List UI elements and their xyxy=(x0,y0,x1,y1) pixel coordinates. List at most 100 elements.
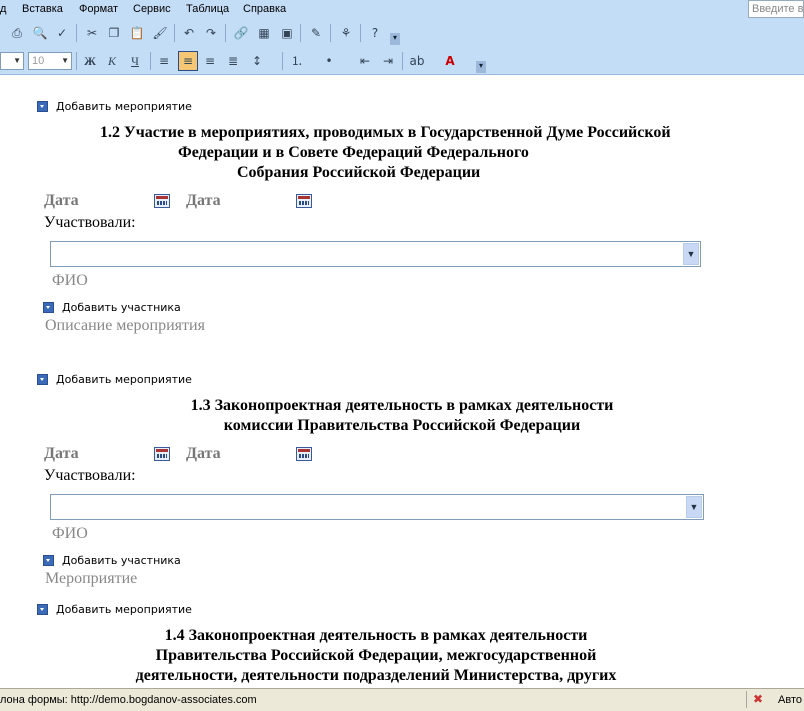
calendar-icon[interactable] xyxy=(154,447,170,461)
heading-line: Собрания Российской Федерации xyxy=(237,164,481,181)
heading-line: 1.3 Законопроектная деятельность в рамка… xyxy=(190,397,614,414)
add-event-link[interactable]: Добавить мероприятие xyxy=(37,603,192,616)
fio-label: ФИО xyxy=(52,525,88,542)
calendar-icon[interactable] xyxy=(296,447,312,461)
menu-bar: д Вставка Формат Сервис Таблица Справка … xyxy=(0,0,804,20)
menu-table[interactable]: Таблица xyxy=(186,3,229,15)
heading-line: деятельности, деятельности подразделений… xyxy=(135,667,617,684)
font-name-combo[interactable]: ▼ xyxy=(0,52,24,70)
heading-line: Правительства Российской Федерации, межг… xyxy=(155,647,597,664)
participated-label: Участвовали: xyxy=(44,214,136,231)
menu-insert[interactable]: Вставка xyxy=(22,3,63,15)
chevron-down-icon[interactable]: ▼ xyxy=(683,243,699,265)
expand-icon xyxy=(43,302,54,313)
print-icon[interactable]: ⎙ xyxy=(8,24,26,42)
separator xyxy=(402,52,403,70)
help-search-input[interactable]: Введите во xyxy=(748,0,804,18)
separator xyxy=(330,24,331,42)
research-icon[interactable]: ⚘ xyxy=(337,24,355,42)
date-label-1: Дата xyxy=(44,192,79,209)
separator xyxy=(300,24,301,42)
date-label-2: Дата xyxy=(186,445,221,462)
expand-icon xyxy=(37,604,48,615)
standard-toolbar: ⎙ 🔍 ✓ ✂ ❐ 📋 🖌 ↶ ↷ 🔗 ▦ ▣ ✎ ⚘ ? ▾ xyxy=(0,20,804,47)
add-event-link[interactable]: Добавить мероприятие xyxy=(37,373,192,386)
expand-icon xyxy=(37,101,48,112)
section-heading-1-2: 1.2 Участие в мероприятиях, проводимых в… xyxy=(0,123,780,183)
paste-icon[interactable]: 📋 xyxy=(128,24,146,42)
calendar-icon[interactable] xyxy=(154,194,170,208)
font-color-icon[interactable]: A xyxy=(441,52,459,70)
heading-line: комиссии Правительства Российской Федера… xyxy=(223,417,581,434)
hyperlink-icon[interactable]: 🔗 xyxy=(232,24,250,42)
separator xyxy=(360,24,361,42)
separator xyxy=(174,24,175,42)
add-participant-label: Добавить участника xyxy=(62,301,181,314)
status-text: лона формы: http://demo.bogdanov-associa… xyxy=(0,694,257,706)
add-participant-label: Добавить участника xyxy=(62,554,181,567)
participant-select[interactable]: ▼ xyxy=(50,494,704,520)
heading-line: Федерации и в Совете Федераций Федеральн… xyxy=(178,144,529,161)
align-center-icon[interactable]: ≡ xyxy=(178,51,198,71)
add-event-link[interactable]: Добавить мероприятие xyxy=(37,100,192,113)
numbering-icon[interactable]: ⒈ xyxy=(288,52,306,70)
participant-select[interactable]: ▼ xyxy=(50,241,701,267)
status-bar: лона формы: http://demo.bogdanov-associa… xyxy=(0,688,804,711)
align-left-icon[interactable]: ≡ xyxy=(155,52,173,70)
separator xyxy=(76,52,77,70)
calendar-icon[interactable] xyxy=(296,194,312,208)
chevron-down-icon: ▼ xyxy=(13,56,21,65)
justify-icon[interactable]: ≣ xyxy=(224,52,242,70)
design-mode-icon[interactable]: ✎ xyxy=(307,24,325,42)
chevron-down-icon: ▼ xyxy=(61,56,69,65)
add-event-label: Добавить мероприятие xyxy=(56,373,192,386)
picture-icon[interactable]: ▣ xyxy=(278,24,296,42)
add-event-label: Добавить мероприятие xyxy=(56,603,192,616)
chevron-down-icon[interactable]: ▼ xyxy=(686,496,702,518)
highlight-icon[interactable]: ab xyxy=(408,52,426,70)
menu-edit[interactable]: д xyxy=(0,3,6,15)
toolbar-options-chevron-icon[interactable]: ▾ xyxy=(390,33,400,45)
spelling-icon[interactable]: ✓ xyxy=(53,24,71,42)
menu-tools[interactable]: Сервис xyxy=(133,3,171,15)
expand-icon xyxy=(37,374,48,385)
menu-help[interactable]: Справка xyxy=(243,3,286,15)
separator xyxy=(150,52,151,70)
menu-format[interactable]: Формат xyxy=(79,3,118,15)
heading-line: 1.2 Участие в мероприятиях, проводимых в… xyxy=(100,124,671,141)
cut-icon[interactable]: ✂ xyxy=(83,24,101,42)
table-icon[interactable]: ▦ xyxy=(255,24,273,42)
formatting-toolbar: ▼ 10 ▼ Ж К Ч ≡ ≡ ≡ ≣ ↕ ⒈ • ⇤ ⇥ ab A ▾ xyxy=(0,47,804,75)
security-icon[interactable]: ✖ xyxy=(753,692,769,706)
event-label: Мероприятие xyxy=(45,570,138,587)
bullets-icon[interactable]: • xyxy=(320,52,338,70)
increase-indent-icon[interactable]: ⇥ xyxy=(379,52,397,70)
expand-icon xyxy=(43,555,54,566)
add-participant-link[interactable]: Добавить участника xyxy=(43,301,181,314)
heading-line: 1.4 Законопроектная деятельность в рамка… xyxy=(164,627,588,644)
redo-icon[interactable]: ↷ xyxy=(202,24,220,42)
line-spacing-icon[interactable]: ↕ xyxy=(248,52,266,70)
font-size-value: 10 xyxy=(32,55,45,67)
align-right-icon[interactable]: ≡ xyxy=(201,52,219,70)
print-preview-icon[interactable]: 🔍 xyxy=(31,24,49,42)
font-size-combo[interactable]: 10 ▼ xyxy=(28,52,72,70)
section-heading-1-4: 1.4 Законопроектная деятельность в рамка… xyxy=(0,626,778,686)
separator xyxy=(746,691,747,708)
add-participant-link[interactable]: Добавить участника xyxy=(43,554,181,567)
description-label: Описание мероприятия xyxy=(45,317,205,334)
add-event-label: Добавить мероприятие xyxy=(56,100,192,113)
separator xyxy=(76,24,77,42)
status-right-text: Авто xyxy=(778,694,802,706)
help-icon[interactable]: ? xyxy=(366,24,384,42)
bold-icon[interactable]: Ж xyxy=(81,52,99,70)
toolbar-options-chevron-icon[interactable]: ▾ xyxy=(476,61,486,73)
copy-icon[interactable]: ❐ xyxy=(105,24,123,42)
decrease-indent-icon[interactable]: ⇤ xyxy=(356,52,374,70)
italic-icon[interactable]: К xyxy=(103,52,121,70)
participated-label: Участвовали: xyxy=(44,467,136,484)
undo-icon[interactable]: ↶ xyxy=(180,24,198,42)
underline-icon[interactable]: Ч xyxy=(126,52,144,70)
document-area: Добавить мероприятие 1.2 Участие в мероп… xyxy=(0,75,804,688)
format-painter-icon[interactable]: 🖌 xyxy=(151,24,169,42)
